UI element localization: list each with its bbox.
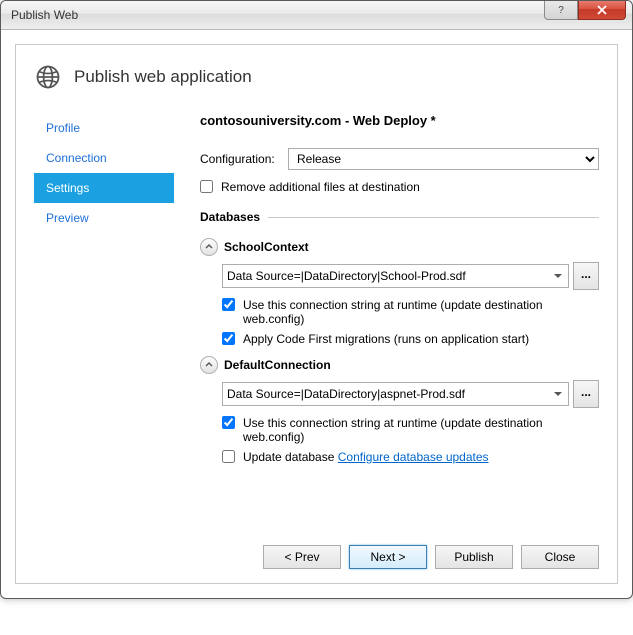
use-runtime-checkbox[interactable] xyxy=(222,298,235,311)
browse-button[interactable]: ... xyxy=(573,262,599,290)
update-database-checkbox[interactable] xyxy=(222,450,235,463)
databases-heading: Databases xyxy=(200,210,599,224)
connection-string-combo[interactable]: Data Source=|DataDirectory|School-Prod.s… xyxy=(222,264,569,288)
use-runtime-checkbox[interactable] xyxy=(222,416,235,429)
collapse-toggle[interactable] xyxy=(200,238,218,256)
chevron-up-icon xyxy=(205,243,213,251)
globe-icon xyxy=(34,63,62,91)
wizard-footer: < Prev Next > Publish Close xyxy=(263,545,599,569)
connection-string-combo[interactable]: Data Source=|DataDirectory|aspnet-Prod.s… xyxy=(222,382,569,406)
apply-migrations-checkbox[interactable] xyxy=(222,332,235,345)
collapse-toggle[interactable] xyxy=(200,356,218,374)
nav-item-connection[interactable]: Connection xyxy=(34,143,174,173)
close-icon xyxy=(597,5,607,15)
settings-panel: contosouniversity.com - Web Deploy * Con… xyxy=(174,113,599,474)
dialog-window: Publish Web ? Publish w xyxy=(0,0,633,599)
window-title: Publish Web xyxy=(11,8,78,22)
db-entry-defaultconnection: DefaultConnection Data Source=|DataDirec… xyxy=(200,356,599,464)
nav-item-profile[interactable]: Profile xyxy=(34,113,174,143)
profile-title: contosouniversity.com - Web Deploy * xyxy=(200,113,599,128)
configuration-select[interactable]: Release xyxy=(288,148,599,170)
use-runtime-label: Use this connection string at runtime (u… xyxy=(243,416,599,444)
help-button[interactable]: ? xyxy=(544,1,578,20)
configuration-label: Configuration: xyxy=(200,152,280,166)
nav-item-settings[interactable]: Settings xyxy=(34,173,174,203)
chevron-up-icon xyxy=(205,361,213,369)
close-window-button[interactable] xyxy=(578,1,626,20)
apply-migrations-label: Apply Code First migrations (runs on app… xyxy=(243,332,529,346)
dialog-heading: Publish web application xyxy=(74,67,252,87)
prev-button[interactable]: < Prev xyxy=(263,545,341,569)
publish-button[interactable]: Publish xyxy=(435,545,513,569)
update-database-label: Update database xyxy=(243,450,334,464)
next-button[interactable]: Next > xyxy=(349,545,427,569)
db-entry-schoolcontext: SchoolContext Data Source=|DataDirectory… xyxy=(200,238,599,346)
close-button[interactable]: Close xyxy=(521,545,599,569)
remove-files-checkbox[interactable] xyxy=(200,180,213,193)
wizard-nav: Profile Connection Settings Preview xyxy=(34,113,174,233)
configure-database-updates-link[interactable]: Configure database updates xyxy=(338,450,489,464)
use-runtime-label: Use this connection string at runtime (u… xyxy=(243,298,599,326)
remove-files-label: Remove additional files at destination xyxy=(221,180,420,194)
nav-item-preview[interactable]: Preview xyxy=(34,203,174,233)
db-name: DefaultConnection xyxy=(224,358,331,372)
browse-button[interactable]: ... xyxy=(573,380,599,408)
titlebar: Publish Web ? xyxy=(1,1,632,30)
db-name: SchoolContext xyxy=(224,240,309,254)
dialog-header: Publish web application xyxy=(34,63,599,91)
